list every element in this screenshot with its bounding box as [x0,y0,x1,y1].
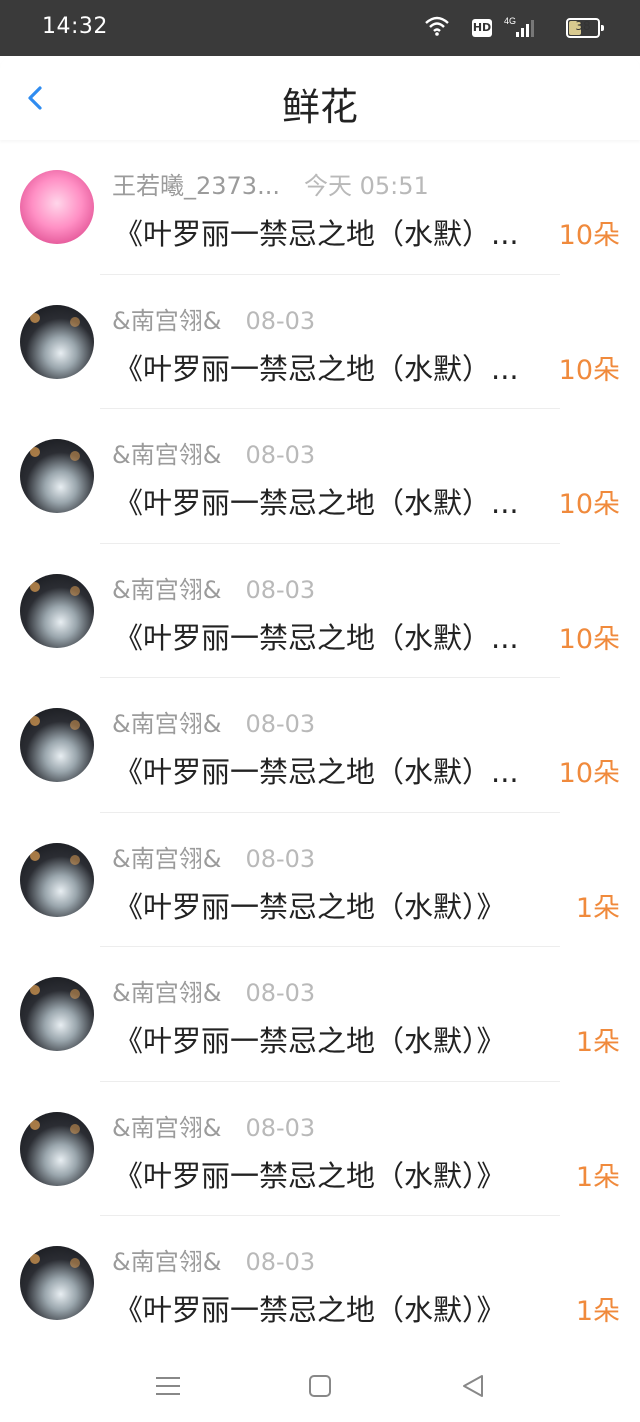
battery-icon: 38 [566,18,604,38]
flower-count: 1朵 [575,1161,620,1193]
username[interactable]: &南宫翎& [112,710,221,738]
meta-line: &南宫翎& 08-03 [112,1242,315,1277]
username[interactable]: &南宫翎& [112,576,221,604]
list-item[interactable]: &南宫翎& 08-03 《叶罗丽一禁忌之地（水默）》 1朵 [0,1216,640,1351]
list-item[interactable]: &南宫翎& 08-03 《叶罗丽一禁忌之地（水默）... 10朵 [0,678,640,813]
avatar[interactable] [20,1246,94,1320]
meta-line: &南宫翎& 08-03 [112,301,315,336]
flower-list: 王若曦_2373... 今天 05:51 《叶罗丽一禁忌之地（水默）... 10朵… [0,140,640,1351]
list-item[interactable]: 王若曦_2373... 今天 05:51 《叶罗丽一禁忌之地（水默）... 10朵 [0,140,640,275]
work-title[interactable]: 《叶罗丽一禁忌之地（水默）》 [114,884,506,926]
header-bar: 鲜花 [0,56,640,140]
meta-line: &南宫翎& 08-03 [112,570,315,605]
username[interactable]: &南宫翎& [112,1248,221,1276]
flower-count: 10朵 [558,623,620,655]
work-title[interactable]: 《叶罗丽一禁忌之地（水默）... [114,615,519,657]
work-title[interactable]: 《叶罗丽一禁忌之地（水默）... [114,480,519,522]
list-item[interactable]: &南宫翎& 08-03 《叶罗丽一禁忌之地（水默）... 10朵 [0,409,640,544]
list-item[interactable]: &南宫翎& 08-03 《叶罗丽一禁忌之地（水默）》 1朵 [0,1082,640,1216]
username[interactable]: &南宫翎& [112,845,221,873]
timestamp: 08-03 [245,1113,316,1142]
meta-line: &南宫翎& 08-03 [112,704,315,739]
avatar[interactable] [20,708,94,782]
username[interactable]: &南宫翎& [112,979,221,1007]
battery-level: 38 [575,19,591,33]
system-nav-bar [0,1350,640,1422]
work-title[interactable]: 《叶罗丽一禁忌之地（水默）... [114,211,519,253]
username[interactable]: 王若曦_2373... [112,172,280,200]
battery-cap [601,25,604,31]
meta-line: &南宫翎& 08-03 [112,1108,315,1143]
work-title[interactable]: 《叶罗丽一禁忌之地（水默）... [114,749,519,791]
avatar[interactable] [20,573,94,648]
flower-count: 1朵 [575,1027,620,1058]
work-title[interactable]: 《叶罗丽一禁忌之地（水默）》 [114,1287,506,1329]
list-item[interactable]: &南宫翎& 08-03 《叶罗丽一禁忌之地（水默）》 1朵 [0,947,640,1082]
timestamp: 今天 05:51 [303,172,429,200]
flower-count: 10朵 [558,354,620,386]
page-title: 鲜花 [281,85,358,129]
home-icon[interactable] [302,1368,338,1404]
menu-icon[interactable] [150,1368,186,1404]
signal-icon: 4G [504,15,542,43]
avatar[interactable] [20,439,94,513]
flower-count: 10朵 [558,489,620,520]
wifi-icon [424,15,450,41]
timestamp: 08-03 [245,844,316,873]
timestamp: 08-03 [245,710,316,738]
work-title[interactable]: 《叶罗丽一禁忌之地（水默）》 [114,1153,506,1195]
work-title[interactable]: 《叶罗丽一禁忌之地（水默）... [114,346,519,388]
avatar[interactable] [20,977,94,1051]
list-item[interactable]: &南宫翎& 08-03 《叶罗丽一禁忌之地（水默）... 10朵 [0,275,640,409]
work-title[interactable]: 《叶罗丽一禁忌之地（水默）》 [114,1018,506,1060]
avatar[interactable] [20,842,94,917]
flower-count: 10朵 [558,220,620,251]
username[interactable]: &南宫翎& [112,307,221,335]
flower-count: 1朵 [575,892,620,924]
username[interactable]: &南宫翎& [112,441,221,469]
timestamp: 08-03 [245,306,316,335]
meta-line: &南宫翎& 08-03 [112,435,315,470]
status-time: 14:32 [42,14,108,39]
timestamp: 08-03 [245,575,316,604]
back-icon[interactable] [454,1368,490,1404]
meta-line: &南宫翎& 08-03 [112,839,315,874]
meta-line: &南宫翎& 08-03 [112,973,315,1008]
flower-count: 10朵 [558,758,620,789]
network-label: 4G [504,16,516,26]
avatar[interactable] [20,1111,94,1186]
meta-line: 王若曦_2373... 今天 05:51 [112,166,429,201]
list-item[interactable]: &南宫翎& 08-03 《叶罗丽一禁忌之地（水默）》 1朵 [0,813,640,947]
hd-badge: HD [472,19,492,37]
flower-count: 1朵 [575,1296,620,1327]
avatar[interactable] [20,304,94,379]
list-item[interactable]: &南宫翎& 08-03 《叶罗丽一禁忌之地（水默）... 10朵 [0,544,640,678]
username[interactable]: &南宫翎& [112,1114,221,1142]
status-bar: 14:32 HD 4G 38 [0,0,640,56]
timestamp: 08-03 [245,1248,316,1276]
avatar[interactable] [20,170,94,244]
timestamp: 08-03 [245,441,316,469]
timestamp: 08-03 [245,979,316,1007]
